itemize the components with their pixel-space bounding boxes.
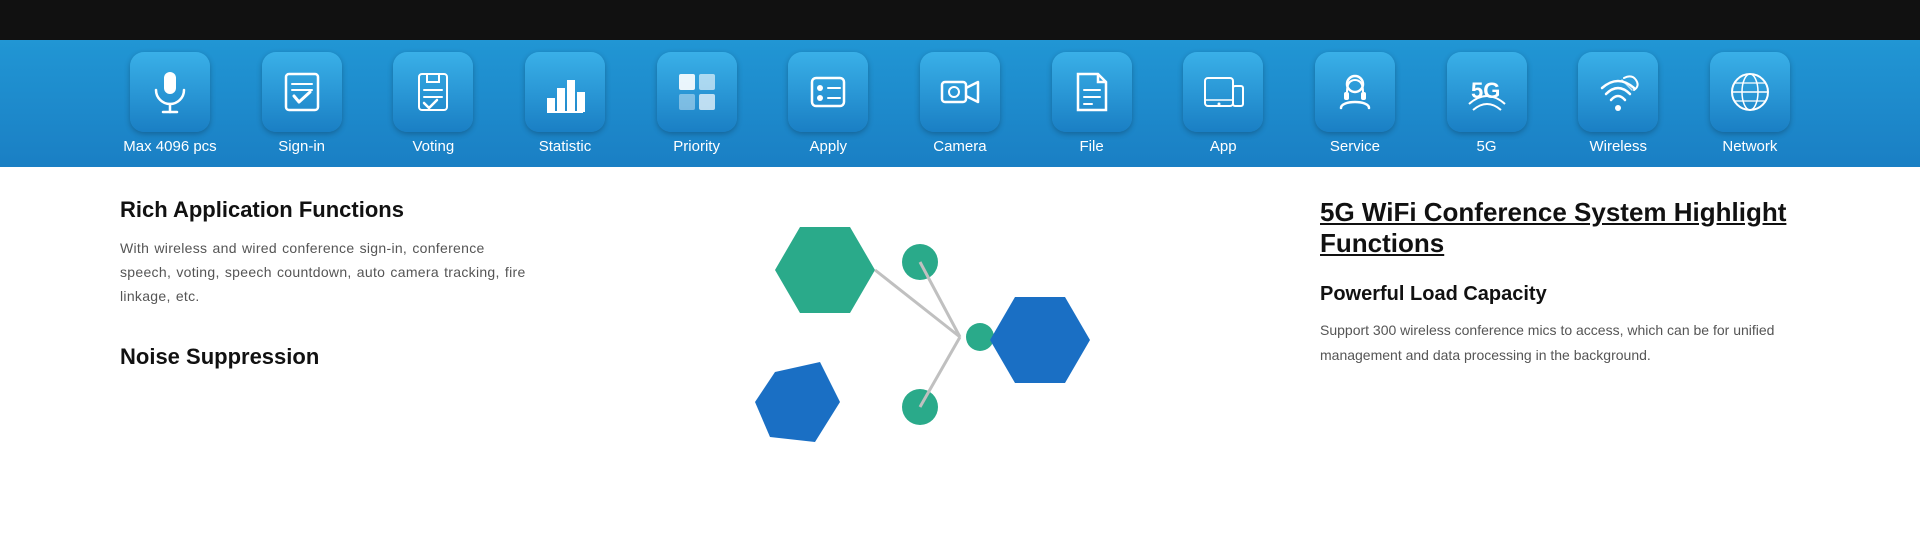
icon-label-signin: Sign-in xyxy=(278,138,325,155)
icon-box-priority xyxy=(657,52,737,132)
icon-box-file xyxy=(1052,52,1132,132)
icon-box-service xyxy=(1315,52,1395,132)
voting-icon xyxy=(411,70,455,114)
hexagon-diagram xyxy=(720,207,1100,467)
file-icon xyxy=(1070,70,1114,114)
content-section: Rich Application Functions With wireless… xyxy=(0,167,1920,467)
app-icon xyxy=(1201,70,1245,114)
icon-box-wireless xyxy=(1578,52,1658,132)
icon-item-service[interactable]: Service xyxy=(1305,52,1405,155)
wireless-icon xyxy=(1596,70,1640,114)
icon-box-network xyxy=(1710,52,1790,132)
icon-label-camera: Camera xyxy=(933,138,986,155)
icon-box-app xyxy=(1183,52,1263,132)
icon-label-statistic: Statistic xyxy=(539,138,592,155)
icon-label-voting: Voting xyxy=(412,138,454,155)
icon-label-5g: 5G xyxy=(1477,138,1497,155)
icon-label-wireless: Wireless xyxy=(1589,138,1647,155)
icon-box-max4096 xyxy=(130,52,210,132)
icon-item-max4096[interactable]: Max 4096 pcs xyxy=(120,52,220,155)
diagram-column xyxy=(540,197,1280,467)
icon-label-file: File xyxy=(1080,138,1104,155)
highlight-text: Support 300 wireless conference mics to … xyxy=(1320,318,1800,368)
icon-label-max4096: Max 4096 pcs xyxy=(123,138,216,155)
signin-icon xyxy=(280,70,324,114)
microphone-icon xyxy=(148,70,192,114)
icon-box-voting xyxy=(393,52,473,132)
icon-label-apply: Apply xyxy=(810,138,848,155)
statistic-icon xyxy=(543,70,587,114)
rich-application-text: With wireless and wired conference sign-… xyxy=(120,237,540,308)
icon-item-network[interactable]: Network xyxy=(1700,52,1800,155)
5g-icon: 5G xyxy=(1465,70,1509,114)
icon-item-apply[interactable]: Apply xyxy=(778,52,878,155)
icon-bar: Max 4096 pcs Sign-in Voting xyxy=(0,40,1920,167)
icon-label-app: App xyxy=(1210,138,1237,155)
icon-item-file[interactable]: File xyxy=(1042,52,1142,155)
icon-item-5g[interactable]: 5G 5G xyxy=(1437,52,1537,155)
rich-application-title: Rich Application Functions xyxy=(120,197,540,223)
icon-label-service: Service xyxy=(1330,138,1380,155)
icon-item-wireless[interactable]: Wireless xyxy=(1568,52,1668,155)
icon-box-statistic xyxy=(525,52,605,132)
icon-box-camera xyxy=(920,52,1000,132)
noise-suppression-title: Noise Suppression xyxy=(120,344,540,370)
icon-label-priority: Priority xyxy=(673,138,720,155)
icon-item-app[interactable]: App xyxy=(1173,52,1273,155)
highlight-main-title: 5G WiFi Conference System Highlight Func… xyxy=(1320,197,1800,259)
icon-item-statistic[interactable]: Statistic xyxy=(515,52,615,155)
icon-item-voting[interactable]: Voting xyxy=(383,52,483,155)
icon-box-5g: 5G xyxy=(1447,52,1527,132)
highlight-subtitle: Powerful Load Capacity xyxy=(1320,283,1800,306)
icon-item-signin[interactable]: Sign-in xyxy=(252,52,352,155)
priority-icon xyxy=(675,70,719,114)
icon-item-camera[interactable]: Camera xyxy=(910,52,1010,155)
icon-item-priority[interactable]: Priority xyxy=(647,52,747,155)
top-black-bar xyxy=(0,0,1920,40)
icon-box-apply xyxy=(788,52,868,132)
camera-icon xyxy=(938,70,982,114)
apply-icon xyxy=(806,70,850,114)
icon-box-signin xyxy=(262,52,342,132)
service-icon xyxy=(1333,70,1377,114)
right-column: 5G WiFi Conference System Highlight Func… xyxy=(1280,197,1800,467)
network-icon xyxy=(1728,70,1772,114)
left-column: Rich Application Functions With wireless… xyxy=(120,197,540,467)
icon-label-network: Network xyxy=(1722,138,1777,155)
